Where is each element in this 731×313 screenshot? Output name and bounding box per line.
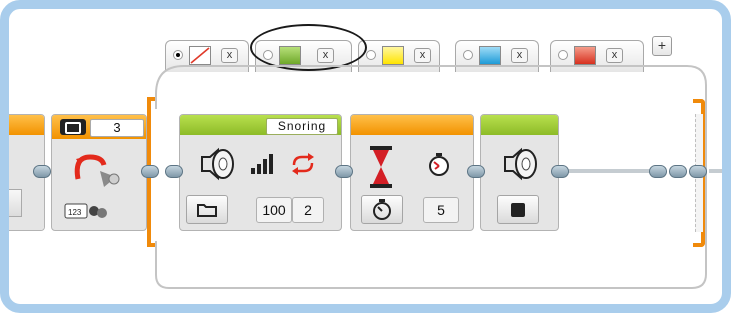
sequence-connector[interactable] xyxy=(669,165,687,178)
loop-left-bracket-bottom xyxy=(147,243,155,247)
loop-counter-icon: 123 xyxy=(64,201,108,221)
volume-value: 100 xyxy=(262,202,286,218)
stop-mode-button[interactable] xyxy=(497,195,539,224)
wait-seconds-value: 5 xyxy=(437,202,445,218)
sequence-connector[interactable] xyxy=(33,165,51,178)
hourglass-icon xyxy=(369,145,393,189)
sequence-wire xyxy=(709,169,722,173)
speaker-icon xyxy=(501,147,537,181)
sequence-connector[interactable] xyxy=(165,165,183,178)
sound-block[interactable]: Snoring 100 2 xyxy=(179,114,342,231)
sequence-connector[interactable] xyxy=(467,165,485,178)
sequence-connector[interactable] xyxy=(551,165,569,178)
play-type-value-field[interactable]: 2 xyxy=(292,197,324,223)
loop-control-block[interactable]: 3 123 xyxy=(51,114,147,231)
wait-seconds-field[interactable]: 5 xyxy=(423,197,459,223)
sequence-connector[interactable] xyxy=(689,165,707,178)
loop-mode-icon xyxy=(60,119,86,135)
sequence-connector[interactable] xyxy=(649,165,667,178)
loop-icon xyxy=(70,151,122,191)
play-type-repeat-icon xyxy=(290,153,316,175)
loop-left-bracket-top xyxy=(147,97,155,101)
svg-text:123: 123 xyxy=(68,208,82,217)
stopwatch-icon xyxy=(373,199,391,220)
timer-icon xyxy=(427,153,451,177)
volume-value-field[interactable]: 100 xyxy=(256,197,292,223)
sound-file-name-text: Snoring xyxy=(277,119,327,133)
sequence-connector[interactable] xyxy=(335,165,353,178)
stop-sound-block[interactable] xyxy=(480,114,559,231)
sequence-wire xyxy=(557,169,657,173)
volume-icon xyxy=(250,153,276,175)
folder-icon xyxy=(197,204,217,217)
speaker-icon xyxy=(198,147,234,181)
stop-icon xyxy=(511,203,525,217)
play-type-value: 2 xyxy=(304,202,312,218)
loop-count-value: 3 xyxy=(113,120,121,135)
sound-file-name[interactable]: Snoring xyxy=(266,118,338,135)
wait-mode-button[interactable] xyxy=(361,195,403,224)
open-folder-button[interactable] xyxy=(186,195,228,224)
loop-count-field[interactable]: 3 xyxy=(90,119,144,137)
program-canvas-frame: x x x x x + 3 123 Snoring 100 2 5 xyxy=(0,0,731,313)
wait-block[interactable]: 5 xyxy=(350,114,474,231)
sequence-connector[interactable] xyxy=(141,165,159,178)
